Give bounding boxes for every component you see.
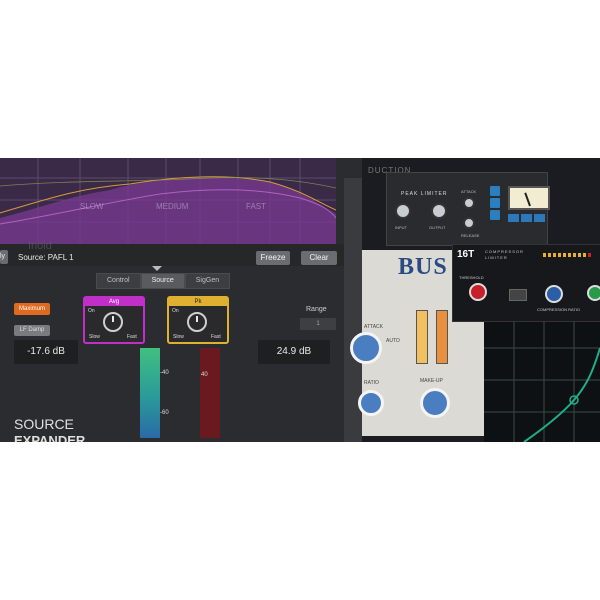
meter-tick: 40 bbox=[201, 372, 208, 378]
ratio-label: RATIO bbox=[364, 380, 379, 386]
release-knob[interactable] bbox=[463, 217, 475, 229]
auto-label: AUTO bbox=[386, 338, 400, 344]
output-knob[interactable] bbox=[431, 203, 447, 219]
threshold-knob[interactable] bbox=[469, 283, 487, 301]
range-field[interactable]: 1 bbox=[300, 318, 336, 330]
input-label: INPUT bbox=[395, 225, 407, 230]
plugin-title-line1: SOURCE bbox=[14, 416, 74, 432]
plugin-collage: SLOW MEDIUM FAST 50 100 200 500 1k 2k 5k… bbox=[0, 158, 600, 442]
right-level-meter bbox=[200, 348, 220, 438]
band-label-fast: FAST bbox=[246, 202, 267, 211]
left-partial-button[interactable]: ly bbox=[0, 250, 8, 264]
bus-meter-in bbox=[416, 310, 428, 364]
avg-knob-box: Avg On Slow Fast bbox=[83, 296, 145, 344]
eq-curve-panel bbox=[484, 318, 600, 442]
plugin-title-line2: EXPANDER bbox=[14, 433, 86, 442]
left-db-readout: -17.6 dB bbox=[14, 340, 78, 364]
avg-fast-label: Fast bbox=[127, 334, 137, 340]
meter-button-row bbox=[508, 214, 545, 222]
avg-knob[interactable] bbox=[103, 312, 123, 332]
left-level-meter bbox=[140, 348, 160, 438]
bus-title: BUS bbox=[398, 254, 448, 280]
avg-title: Avg bbox=[85, 298, 143, 306]
button-column bbox=[488, 186, 502, 232]
tab-siggen[interactable]: SigGen bbox=[184, 273, 231, 289]
toggle-button[interactable] bbox=[490, 210, 500, 220]
ratio-knob[interactable] bbox=[545, 285, 563, 303]
comp16t-plugin: 16T COMPRESSOR LIMITER THRESHOLD COMPRES… bbox=[452, 244, 600, 322]
release-label: RELEASE bbox=[461, 233, 480, 238]
pk-on-label: On bbox=[172, 308, 179, 314]
band-label-slow: SLOW bbox=[80, 202, 104, 211]
right-db-readout: 24.9 dB bbox=[258, 340, 330, 364]
meter-tick: -60 bbox=[160, 410, 169, 416]
eq-curve-graph bbox=[484, 318, 600, 442]
tab-bar: Control Source SigGen bbox=[96, 273, 231, 289]
range-label: Range bbox=[306, 306, 327, 313]
clear-button[interactable]: Clear bbox=[301, 251, 337, 265]
meter-button[interactable] bbox=[534, 214, 545, 222]
attack-knob[interactable] bbox=[463, 197, 475, 209]
pk-knob-box: Pk On Slow Fast bbox=[167, 296, 229, 344]
peak-limiter-title: PEAK LIMITER bbox=[401, 191, 448, 197]
attack-label: ATTACK bbox=[461, 189, 477, 194]
vu-needle bbox=[524, 192, 531, 207]
gain-knob[interactable] bbox=[587, 285, 600, 301]
tab-control[interactable]: Control bbox=[96, 273, 141, 289]
makeup-knob[interactable] bbox=[420, 388, 450, 418]
toggle-button[interactable] bbox=[490, 186, 500, 196]
mode-switch[interactable] bbox=[509, 289, 527, 301]
spectrum-analyzer: SLOW MEDIUM FAST bbox=[0, 158, 336, 244]
avg-slow-label: Slow bbox=[89, 334, 100, 340]
makeup-label: MAKE-UP bbox=[420, 378, 443, 384]
output-label: OUTPUT bbox=[429, 225, 446, 230]
attack-label: ATTACK bbox=[364, 324, 383, 330]
avg-on-label: On bbox=[88, 308, 95, 314]
meter-tick: -40 bbox=[160, 370, 169, 376]
watermark-text: Inoid bbox=[28, 240, 52, 252]
bus-meter-out bbox=[436, 310, 448, 364]
vu-meter bbox=[508, 186, 550, 210]
input-knob[interactable] bbox=[395, 203, 411, 219]
threshold-label: THRESHOLD bbox=[459, 275, 484, 280]
meter-button[interactable] bbox=[521, 214, 532, 222]
tab-source[interactable]: Source bbox=[140, 273, 185, 289]
toggle-button[interactable] bbox=[490, 198, 500, 208]
band-label-medium: MEDIUM bbox=[156, 202, 189, 211]
lf-damp-button[interactable]: LF Damp bbox=[14, 325, 50, 336]
pk-slow-label: Slow bbox=[173, 334, 184, 340]
pk-knob[interactable] bbox=[187, 312, 207, 332]
freeze-button[interactable]: Freeze bbox=[256, 251, 290, 265]
ratio-label: COMPRESSION RATIO bbox=[537, 307, 581, 312]
pk-title: Pk bbox=[169, 298, 227, 306]
comp16t-subtitle-1: COMPRESSOR bbox=[485, 249, 524, 254]
comp16t-subtitle-2: LIMITER bbox=[485, 255, 508, 260]
ratio-knob[interactable] bbox=[358, 390, 384, 416]
chevron-down-icon[interactable] bbox=[152, 266, 162, 271]
meter-button[interactable] bbox=[508, 214, 519, 222]
spectrum-graph bbox=[0, 158, 336, 244]
comp16t-title: 16T bbox=[457, 249, 475, 260]
source-label: Source: PAFL 1 bbox=[18, 253, 74, 262]
attack-knob[interactable] bbox=[350, 332, 382, 364]
pk-fast-label: Fast bbox=[211, 334, 221, 340]
maximum-button[interactable]: Maximum bbox=[14, 303, 50, 315]
source-expander-plugin: SLOW MEDIUM FAST 50 100 200 500 1k 2k 5k… bbox=[0, 158, 362, 442]
